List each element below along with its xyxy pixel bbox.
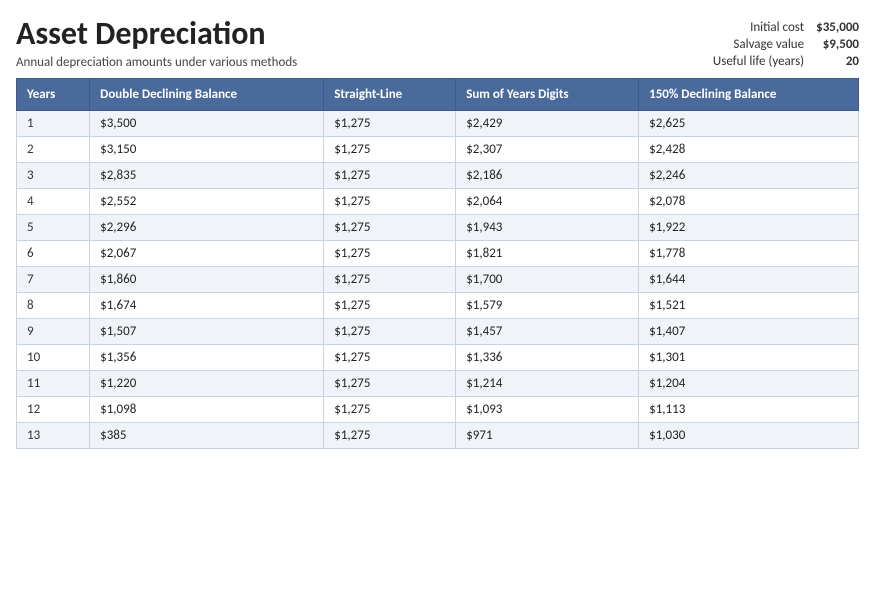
cell-r9-c2: $1,275: [324, 345, 456, 371]
cell-r5-c3: $1,821: [456, 241, 639, 267]
initial-cost-label: Initial cost: [713, 20, 804, 35]
col-header-1: Double Declining Balance: [90, 79, 324, 111]
useful-life-value: 20: [816, 54, 859, 69]
cell-r3-c4: $2,078: [639, 189, 859, 215]
table-row: 10$1,356$1,275$1,336$1,301: [17, 345, 859, 371]
cell-r7-c1: $1,674: [90, 293, 324, 319]
cell-r9-c1: $1,356: [90, 345, 324, 371]
title-block: Asset Depreciation Annual depreciation a…: [16, 16, 297, 70]
cell-r6-c1: $1,860: [90, 267, 324, 293]
cell-r12-c2: $1,275: [324, 423, 456, 449]
cell-r12-c0: 13: [17, 423, 90, 449]
col-header-3: Sum of Years Digits: [456, 79, 639, 111]
cell-r1-c3: $2,307: [456, 137, 639, 163]
cell-r11-c0: 12: [17, 397, 90, 423]
cell-r11-c3: $1,093: [456, 397, 639, 423]
cell-r11-c2: $1,275: [324, 397, 456, 423]
cell-r9-c3: $1,336: [456, 345, 639, 371]
cell-r8-c0: 9: [17, 319, 90, 345]
cell-r5-c1: $2,067: [90, 241, 324, 267]
cell-r5-c0: 6: [17, 241, 90, 267]
cell-r6-c4: $1,644: [639, 267, 859, 293]
cell-r4-c3: $1,943: [456, 215, 639, 241]
cell-r8-c4: $1,407: [639, 319, 859, 345]
table-header-row: YearsDouble Declining BalanceStraight-Li…: [17, 79, 859, 111]
useful-life-label: Useful life (years): [713, 54, 804, 69]
cell-r0-c1: $3,500: [90, 111, 324, 137]
cell-r3-c0: 4: [17, 189, 90, 215]
cell-r10-c0: 11: [17, 371, 90, 397]
cell-r9-c0: 10: [17, 345, 90, 371]
table-row: 3$2,835$1,275$2,186$2,246: [17, 163, 859, 189]
col-header-0: Years: [17, 79, 90, 111]
cell-r9-c4: $1,301: [639, 345, 859, 371]
page-title: Asset Depreciation: [16, 16, 297, 51]
initial-cost-value: $35,000: [816, 20, 859, 35]
table-row: 8$1,674$1,275$1,579$1,521: [17, 293, 859, 319]
table-row: 7$1,860$1,275$1,700$1,644: [17, 267, 859, 293]
col-header-4: 150% Declining Balance: [639, 79, 859, 111]
table-row: 2$3,150$1,275$2,307$2,428: [17, 137, 859, 163]
salvage-value-label: Salvage value: [713, 37, 804, 52]
cell-r4-c1: $2,296: [90, 215, 324, 241]
cell-r0-c2: $1,275: [324, 111, 456, 137]
cell-r7-c0: 8: [17, 293, 90, 319]
info-block: Initial cost $35,000 Salvage value $9,50…: [713, 20, 859, 69]
cell-r7-c2: $1,275: [324, 293, 456, 319]
cell-r1-c0: 2: [17, 137, 90, 163]
cell-r1-c1: $3,150: [90, 137, 324, 163]
table-row: 11$1,220$1,275$1,214$1,204: [17, 371, 859, 397]
cell-r6-c0: 7: [17, 267, 90, 293]
cell-r4-c0: 5: [17, 215, 90, 241]
cell-r0-c4: $2,625: [639, 111, 859, 137]
cell-r2-c0: 3: [17, 163, 90, 189]
table-row: 6$2,067$1,275$1,821$1,778: [17, 241, 859, 267]
cell-r1-c2: $1,275: [324, 137, 456, 163]
cell-r6-c2: $1,275: [324, 267, 456, 293]
cell-r8-c1: $1,507: [90, 319, 324, 345]
cell-r12-c1: $385: [90, 423, 324, 449]
cell-r8-c2: $1,275: [324, 319, 456, 345]
col-header-2: Straight-Line: [324, 79, 456, 111]
cell-r10-c3: $1,214: [456, 371, 639, 397]
cell-r10-c2: $1,275: [324, 371, 456, 397]
cell-r12-c4: $1,030: [639, 423, 859, 449]
cell-r12-c3: $971: [456, 423, 639, 449]
cell-r1-c4: $2,428: [639, 137, 859, 163]
cell-r3-c1: $2,552: [90, 189, 324, 215]
cell-r6-c3: $1,700: [456, 267, 639, 293]
cell-r2-c1: $2,835: [90, 163, 324, 189]
cell-r0-c3: $2,429: [456, 111, 639, 137]
table-row: 13$385$1,275$971$1,030: [17, 423, 859, 449]
cell-r3-c2: $1,275: [324, 189, 456, 215]
table-row: 9$1,507$1,275$1,457$1,407: [17, 319, 859, 345]
cell-r11-c4: $1,113: [639, 397, 859, 423]
table-row: 12$1,098$1,275$1,093$1,113: [17, 397, 859, 423]
header-section: Asset Depreciation Annual depreciation a…: [16, 16, 859, 70]
cell-r7-c3: $1,579: [456, 293, 639, 319]
cell-r2-c2: $1,275: [324, 163, 456, 189]
cell-r0-c0: 1: [17, 111, 90, 137]
cell-r4-c4: $1,922: [639, 215, 859, 241]
cell-r4-c2: $1,275: [324, 215, 456, 241]
table-row: 1$3,500$1,275$2,429$2,625: [17, 111, 859, 137]
cell-r10-c4: $1,204: [639, 371, 859, 397]
cell-r5-c2: $1,275: [324, 241, 456, 267]
cell-r2-c4: $2,246: [639, 163, 859, 189]
table-row: 5$2,296$1,275$1,943$1,922: [17, 215, 859, 241]
cell-r2-c3: $2,186: [456, 163, 639, 189]
cell-r8-c3: $1,457: [456, 319, 639, 345]
depreciation-table: YearsDouble Declining BalanceStraight-Li…: [16, 78, 859, 449]
table-row: 4$2,552$1,275$2,064$2,078: [17, 189, 859, 215]
cell-r3-c3: $2,064: [456, 189, 639, 215]
cell-r5-c4: $1,778: [639, 241, 859, 267]
cell-r11-c1: $1,098: [90, 397, 324, 423]
salvage-value-value: $9,500: [816, 37, 859, 52]
page-subtitle: Annual depreciation amounts under variou…: [16, 55, 297, 70]
cell-r7-c4: $1,521: [639, 293, 859, 319]
cell-r10-c1: $1,220: [90, 371, 324, 397]
